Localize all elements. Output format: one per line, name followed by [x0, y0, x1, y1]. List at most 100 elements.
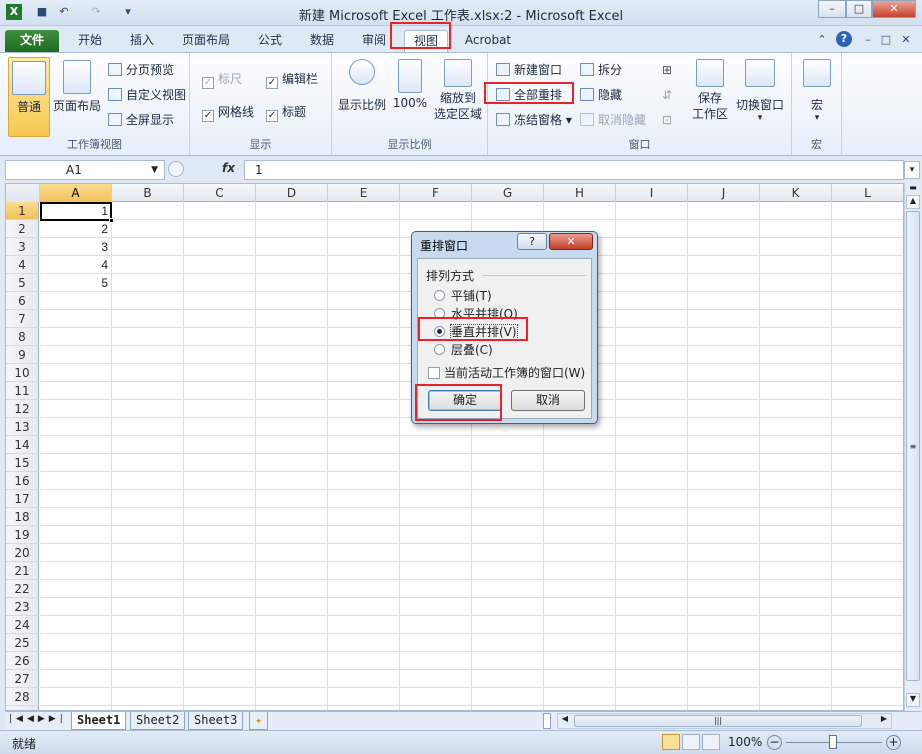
row-header-17[interactable]: 17: [6, 490, 39, 508]
gridlines-checkbox[interactable]: ✓ 网格线: [202, 103, 254, 122]
cell-a5[interactable]: 5: [40, 274, 111, 292]
zoom-level[interactable]: 100%: [728, 735, 762, 749]
macros-button[interactable]: 宏 ▾: [798, 59, 836, 123]
split-box-icon[interactable]: ▬: [906, 183, 920, 193]
tab-page-layout[interactable]: 页面布局: [174, 30, 238, 52]
column-header-l[interactable]: L: [832, 184, 903, 202]
formula-input[interactable]: 1: [244, 160, 904, 180]
option-vertical[interactable]: 垂直并排(V): [434, 323, 518, 340]
tab-review[interactable]: 审阅: [354, 30, 394, 52]
switch-windows-button[interactable]: 切换窗口 ▾: [732, 59, 788, 123]
zoom-100-button[interactable]: 100%: [390, 59, 430, 110]
help-icon[interactable]: ?: [836, 31, 852, 47]
tab-data[interactable]: 数据: [302, 30, 342, 52]
zoom-to-selection-button[interactable]: 缩放到 选定区域: [430, 59, 486, 122]
workbook-restore-icon[interactable]: □: [878, 32, 894, 48]
row-header-21[interactable]: 21: [6, 562, 39, 580]
save-workspace-button[interactable]: 保存 工作区: [686, 59, 734, 122]
tab-formulas[interactable]: 公式: [250, 30, 290, 52]
sheet-navigation-icons[interactable]: |◀◀▶▶|: [9, 714, 67, 724]
row-header-24[interactable]: 24: [6, 616, 39, 634]
name-box[interactable]: A1 ▼: [5, 160, 165, 180]
workbook-minimize-icon[interactable]: –: [860, 32, 876, 48]
close-button[interactable]: ✕: [872, 0, 916, 18]
formula-bar-resize-icon[interactable]: [168, 161, 184, 177]
headings-checkbox[interactable]: ✓ 标题: [266, 103, 306, 122]
split-button[interactable]: 拆分: [580, 61, 622, 79]
formula-bar-checkbox[interactable]: ✓ 编辑栏: [266, 70, 318, 89]
tab-acrobat[interactable]: Acrobat: [458, 30, 518, 52]
scroll-right-icon[interactable]: ▶: [877, 714, 891, 728]
sheet-tab-sheet2[interactable]: Sheet2: [130, 712, 186, 730]
row-header-22[interactable]: 22: [6, 580, 39, 598]
row-header-11[interactable]: 11: [6, 382, 39, 400]
cancel-button[interactable]: 取消: [511, 390, 585, 411]
normal-view-button[interactable]: 普通: [8, 57, 50, 137]
unhide-button[interactable]: 取消隐藏: [580, 111, 646, 129]
cell-a4[interactable]: 4: [40, 256, 111, 274]
cell-a3[interactable]: 3: [40, 238, 111, 256]
row-header-28[interactable]: 28: [6, 688, 39, 706]
sheet-tab-sheet1[interactable]: Sheet1: [71, 712, 127, 730]
select-all-corner[interactable]: [6, 184, 40, 202]
column-header-j[interactable]: J: [688, 184, 760, 202]
column-header-e[interactable]: E: [328, 184, 400, 202]
ok-button[interactable]: 确定: [428, 390, 502, 411]
hide-button[interactable]: 隐藏: [580, 86, 622, 104]
row-header-10[interactable]: 10: [6, 364, 39, 382]
row-header-16[interactable]: 16: [6, 472, 39, 490]
column-header-f[interactable]: F: [400, 184, 472, 202]
reset-window-position-icon[interactable]: ⊡: [662, 111, 672, 129]
row-header-6[interactable]: 6: [6, 292, 39, 310]
custom-views-button[interactable]: 自定义视图: [108, 86, 186, 104]
full-screen-button[interactable]: 全屏显示: [108, 111, 174, 129]
tab-file[interactable]: 文件: [5, 30, 59, 52]
zoom-out-icon[interactable]: −: [767, 735, 782, 750]
column-header-i[interactable]: I: [616, 184, 688, 202]
scroll-up-icon[interactable]: ▲: [906, 195, 920, 209]
zoom-in-icon[interactable]: +: [886, 735, 901, 750]
normal-view-status-icon[interactable]: [662, 734, 680, 750]
vertical-scroll-thumb[interactable]: ≡: [906, 211, 920, 681]
vertical-scrollbar[interactable]: ▬ ▲ ≡ ▼: [904, 183, 921, 711]
row-header-5[interactable]: 5: [6, 274, 39, 292]
active-workbook-checkbox[interactable]: 当前活动工作簿的窗口(W): [428, 364, 585, 381]
tab-insert[interactable]: 插入: [122, 30, 162, 52]
option-cascade[interactable]: 层叠(C): [434, 341, 493, 358]
row-header-19[interactable]: 19: [6, 526, 39, 544]
sheet-tab-sheet3[interactable]: Sheet3: [188, 712, 244, 730]
row-header-9[interactable]: 9: [6, 346, 39, 364]
row-header-12[interactable]: 12: [6, 400, 39, 418]
column-header-a[interactable]: A: [40, 184, 112, 202]
horizontal-scrollbar[interactable]: ◀ ||| ▶: [557, 713, 892, 729]
row-header-4[interactable]: 4: [6, 256, 39, 274]
row-header-26[interactable]: 26: [6, 652, 39, 670]
insert-sheet-icon[interactable]: ✦: [249, 712, 269, 730]
column-header-h[interactable]: H: [544, 184, 616, 202]
freeze-panes-button[interactable]: 冻结窗格 ▾: [496, 111, 572, 129]
dialog-close-icon[interactable]: ✕: [549, 233, 593, 250]
page-layout-status-icon[interactable]: [682, 734, 700, 750]
workbook-close-icon[interactable]: ✕: [898, 32, 914, 48]
maximize-button[interactable]: □: [846, 0, 872, 18]
tab-view[interactable]: 视图: [404, 30, 448, 52]
zoom-slider-thumb[interactable]: [829, 735, 837, 749]
name-box-dropdown-icon[interactable]: ▼: [151, 161, 158, 179]
row-header-13[interactable]: 13: [6, 418, 39, 436]
row-header-3[interactable]: 3: [6, 238, 39, 256]
minimize-button[interactable]: –: [818, 0, 846, 18]
column-header-k[interactable]: K: [760, 184, 832, 202]
row-header-23[interactable]: 23: [6, 598, 39, 616]
option-horizontal[interactable]: 水平并排(O): [434, 305, 518, 322]
view-side-by-side-icon[interactable]: ⊞: [662, 61, 672, 79]
tab-split-box[interactable]: [543, 713, 551, 729]
ruler-checkbox[interactable]: ✓ 标尺: [202, 70, 242, 89]
column-header-c[interactable]: C: [184, 184, 256, 202]
column-header-b[interactable]: B: [112, 184, 184, 202]
page-break-preview-button[interactable]: 分页预览: [108, 61, 174, 79]
row-header-18[interactable]: 18: [6, 508, 39, 526]
tab-home[interactable]: 开始: [70, 30, 110, 52]
dialog-help-icon[interactable]: ?: [517, 233, 547, 250]
row-header-8[interactable]: 8: [6, 328, 39, 346]
insert-function-icon[interactable]: fx: [222, 161, 235, 175]
